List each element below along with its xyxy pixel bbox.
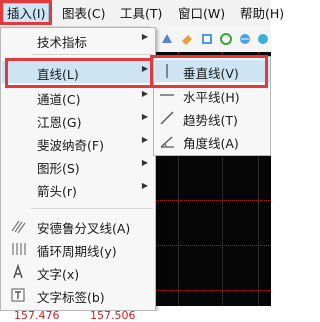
submenu-arrow-icon: ▶ — [141, 89, 148, 98]
menu-window[interactable]: 窗口(W) — [178, 5, 225, 23]
menu-item-channels[interactable]: 通道(C) ▶ — [2, 86, 154, 108]
andrews-pitchfork-icon — [11, 220, 26, 234]
menu-chart[interactable]: 图表(C) — [62, 5, 105, 23]
menu-item-label: 斐波纳奇(F) — [37, 138, 104, 153]
chart-gridline — [150, 290, 271, 291]
insert-highlight-frame — [0, 0, 52, 25]
menu-separator — [31, 54, 153, 55]
menu-item-text-label[interactable]: 文字标签(b) — [2, 284, 154, 306]
menu-item-indicators[interactable]: 技术指标 ▶ — [2, 29, 154, 51]
trendline-icon — [160, 111, 174, 125]
menu-item-label: 循环周期线(y) — [37, 244, 117, 259]
menu-item-fibonacci[interactable]: 斐波纳奇(F) ▶ — [2, 132, 154, 154]
toolbar-globe-icon[interactable] — [238, 32, 252, 46]
chart-gridline — [150, 200, 271, 201]
toolbar-signal-icon[interactable] — [219, 32, 233, 46]
price-value: 157.476 — [14, 309, 60, 322]
submenu-arrow-icon: ▶ — [141, 112, 148, 121]
menu-item-text[interactable]: 文字(x) — [2, 261, 154, 283]
vertical-line-highlight-frame — [150, 55, 268, 88]
menu-item-label: 通道(C) — [37, 92, 81, 107]
submenu-arrow-icon: ▶ — [141, 158, 148, 167]
cycle-lines-icon — [12, 243, 26, 255]
menu-item-label: 安德鲁分叉线(A) — [37, 221, 131, 236]
menu-item-label: 箭头(r) — [37, 184, 77, 199]
chart-gridline — [150, 245, 271, 246]
menu-item-cycle-lines[interactable]: 循环周期线(y) — [2, 238, 154, 260]
text-icon — [13, 264, 23, 279]
price-value: 157.506 — [90, 309, 136, 322]
submenu-arrow-icon: ▶ — [141, 181, 148, 190]
menu-help[interactable]: 帮助(H) — [240, 5, 284, 23]
menu-item-label: 文字(x) — [37, 267, 80, 282]
menu-item-label: 图形(S) — [37, 161, 80, 176]
toolbar-cloud-icon[interactable] — [256, 32, 270, 46]
angle-line-icon — [160, 136, 174, 148]
menu-tools[interactable]: 工具(T) — [120, 5, 162, 23]
toolbar-up-icon[interactable] — [160, 32, 174, 46]
toolbar-eraser-icon[interactable] — [180, 32, 194, 46]
menu-item-label: 技术指标 — [37, 35, 88, 50]
submenu-item-angle-line[interactable]: 角度线(A) — [155, 130, 270, 152]
submenu-arrow-icon: ▶ — [141, 32, 148, 41]
submenu-item-label: 角度线(A) — [183, 136, 239, 151]
submenu-arrow-icon: ▶ — [141, 135, 148, 144]
menu-item-arrows[interactable]: 箭头(r) ▶ — [2, 178, 154, 200]
menu-separator — [31, 208, 153, 209]
submenu-item-label: 趋势线(T) — [183, 113, 238, 128]
lines-item-highlight-frame — [5, 58, 153, 88]
submenu-item-label: 水平线(H) — [183, 90, 240, 105]
menu-item-label: 江恩(G) — [37, 115, 82, 130]
menu-item-gann[interactable]: 江恩(G) ▶ — [2, 109, 154, 131]
text-label-icon — [11, 288, 25, 302]
submenu-item-trendline[interactable]: 趋势线(T) — [155, 107, 270, 129]
menu-item-shapes[interactable]: 图形(S) ▶ — [2, 155, 154, 177]
menu-item-label: 文字标签(b) — [37, 290, 105, 305]
toolbar-book-icon[interactable] — [200, 32, 214, 46]
horizontal-line-icon — [160, 94, 174, 96]
menu-item-andrews-pitchfork[interactable]: 安德鲁分叉线(A) — [2, 215, 154, 237]
